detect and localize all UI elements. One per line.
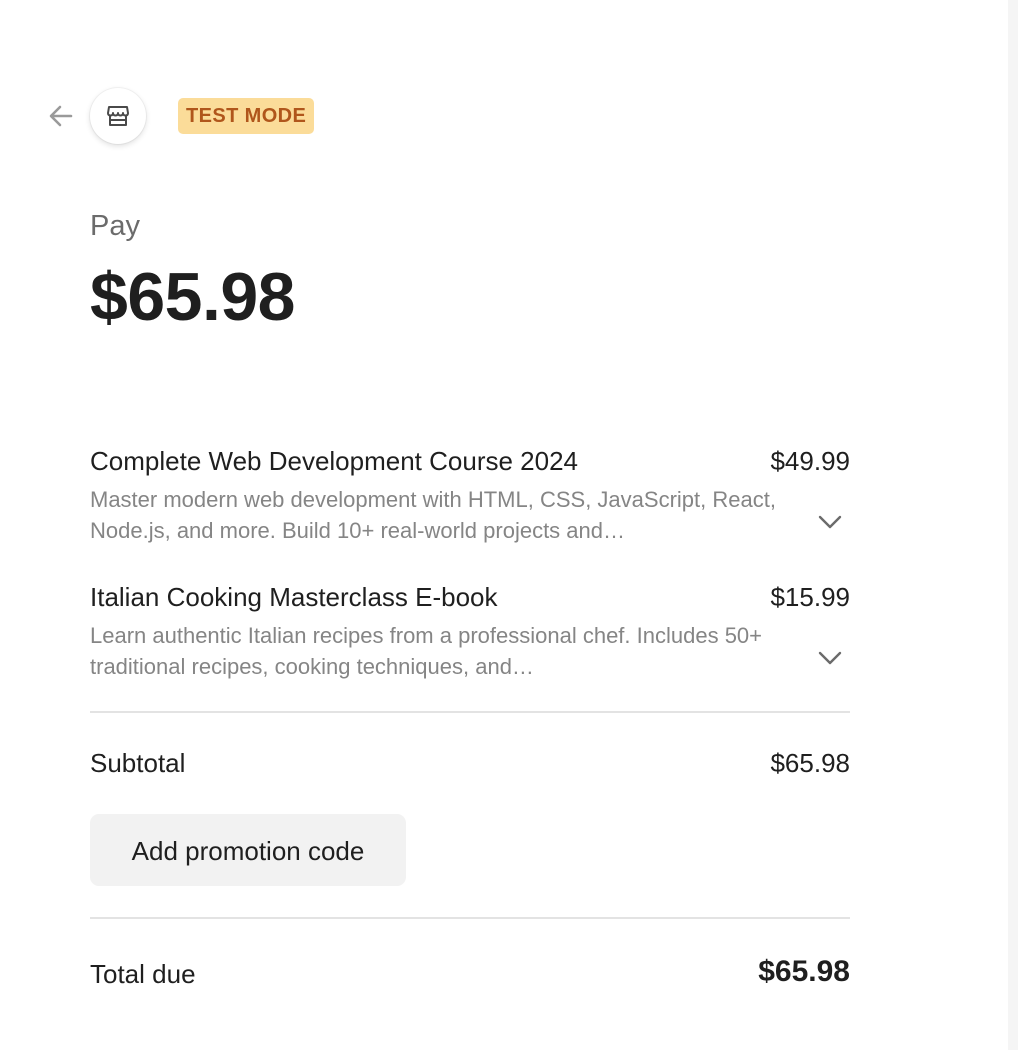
divider bbox=[90, 711, 850, 713]
subtotal-label: Subtotal bbox=[90, 748, 186, 778]
line-item-name: Italian Cooking Masterclass E-book bbox=[90, 582, 498, 612]
expand-line-item-button[interactable] bbox=[814, 646, 846, 670]
line-item-name: Complete Web Development Course 2024 bbox=[90, 446, 579, 476]
test-mode-badge: TEST MODE bbox=[178, 98, 315, 134]
divider bbox=[90, 917, 850, 919]
arrow-left-icon bbox=[49, 105, 73, 127]
line-item: Complete Web Development Course 2024 $49… bbox=[90, 446, 850, 556]
back-button[interactable] bbox=[44, 100, 78, 132]
page-edge-strip bbox=[1008, 0, 1018, 1050]
chevron-down-icon bbox=[818, 515, 842, 529]
total-due-label: Total due bbox=[90, 959, 196, 989]
line-item-price: $15.99 bbox=[770, 582, 850, 612]
pay-amount: $65.98 bbox=[90, 259, 295, 335]
add-promotion-code-button[interactable]: Add promotion code bbox=[90, 814, 406, 886]
expand-line-item-button[interactable] bbox=[814, 510, 846, 534]
line-item-description: Learn authentic Italian recipes from a p… bbox=[90, 623, 763, 679]
store-avatar bbox=[90, 88, 146, 144]
storefront-icon bbox=[107, 106, 129, 126]
chevron-down-icon bbox=[818, 651, 842, 665]
line-item-description: Master modern web development with HTML,… bbox=[90, 487, 776, 543]
line-item-price: $49.99 bbox=[770, 446, 850, 476]
line-item: Italian Cooking Masterclass E-book $15.9… bbox=[90, 582, 850, 692]
subtotal-value: $65.98 bbox=[770, 748, 850, 778]
total-due-value: $65.98 bbox=[758, 955, 850, 988]
pay-label: Pay bbox=[90, 210, 140, 242]
